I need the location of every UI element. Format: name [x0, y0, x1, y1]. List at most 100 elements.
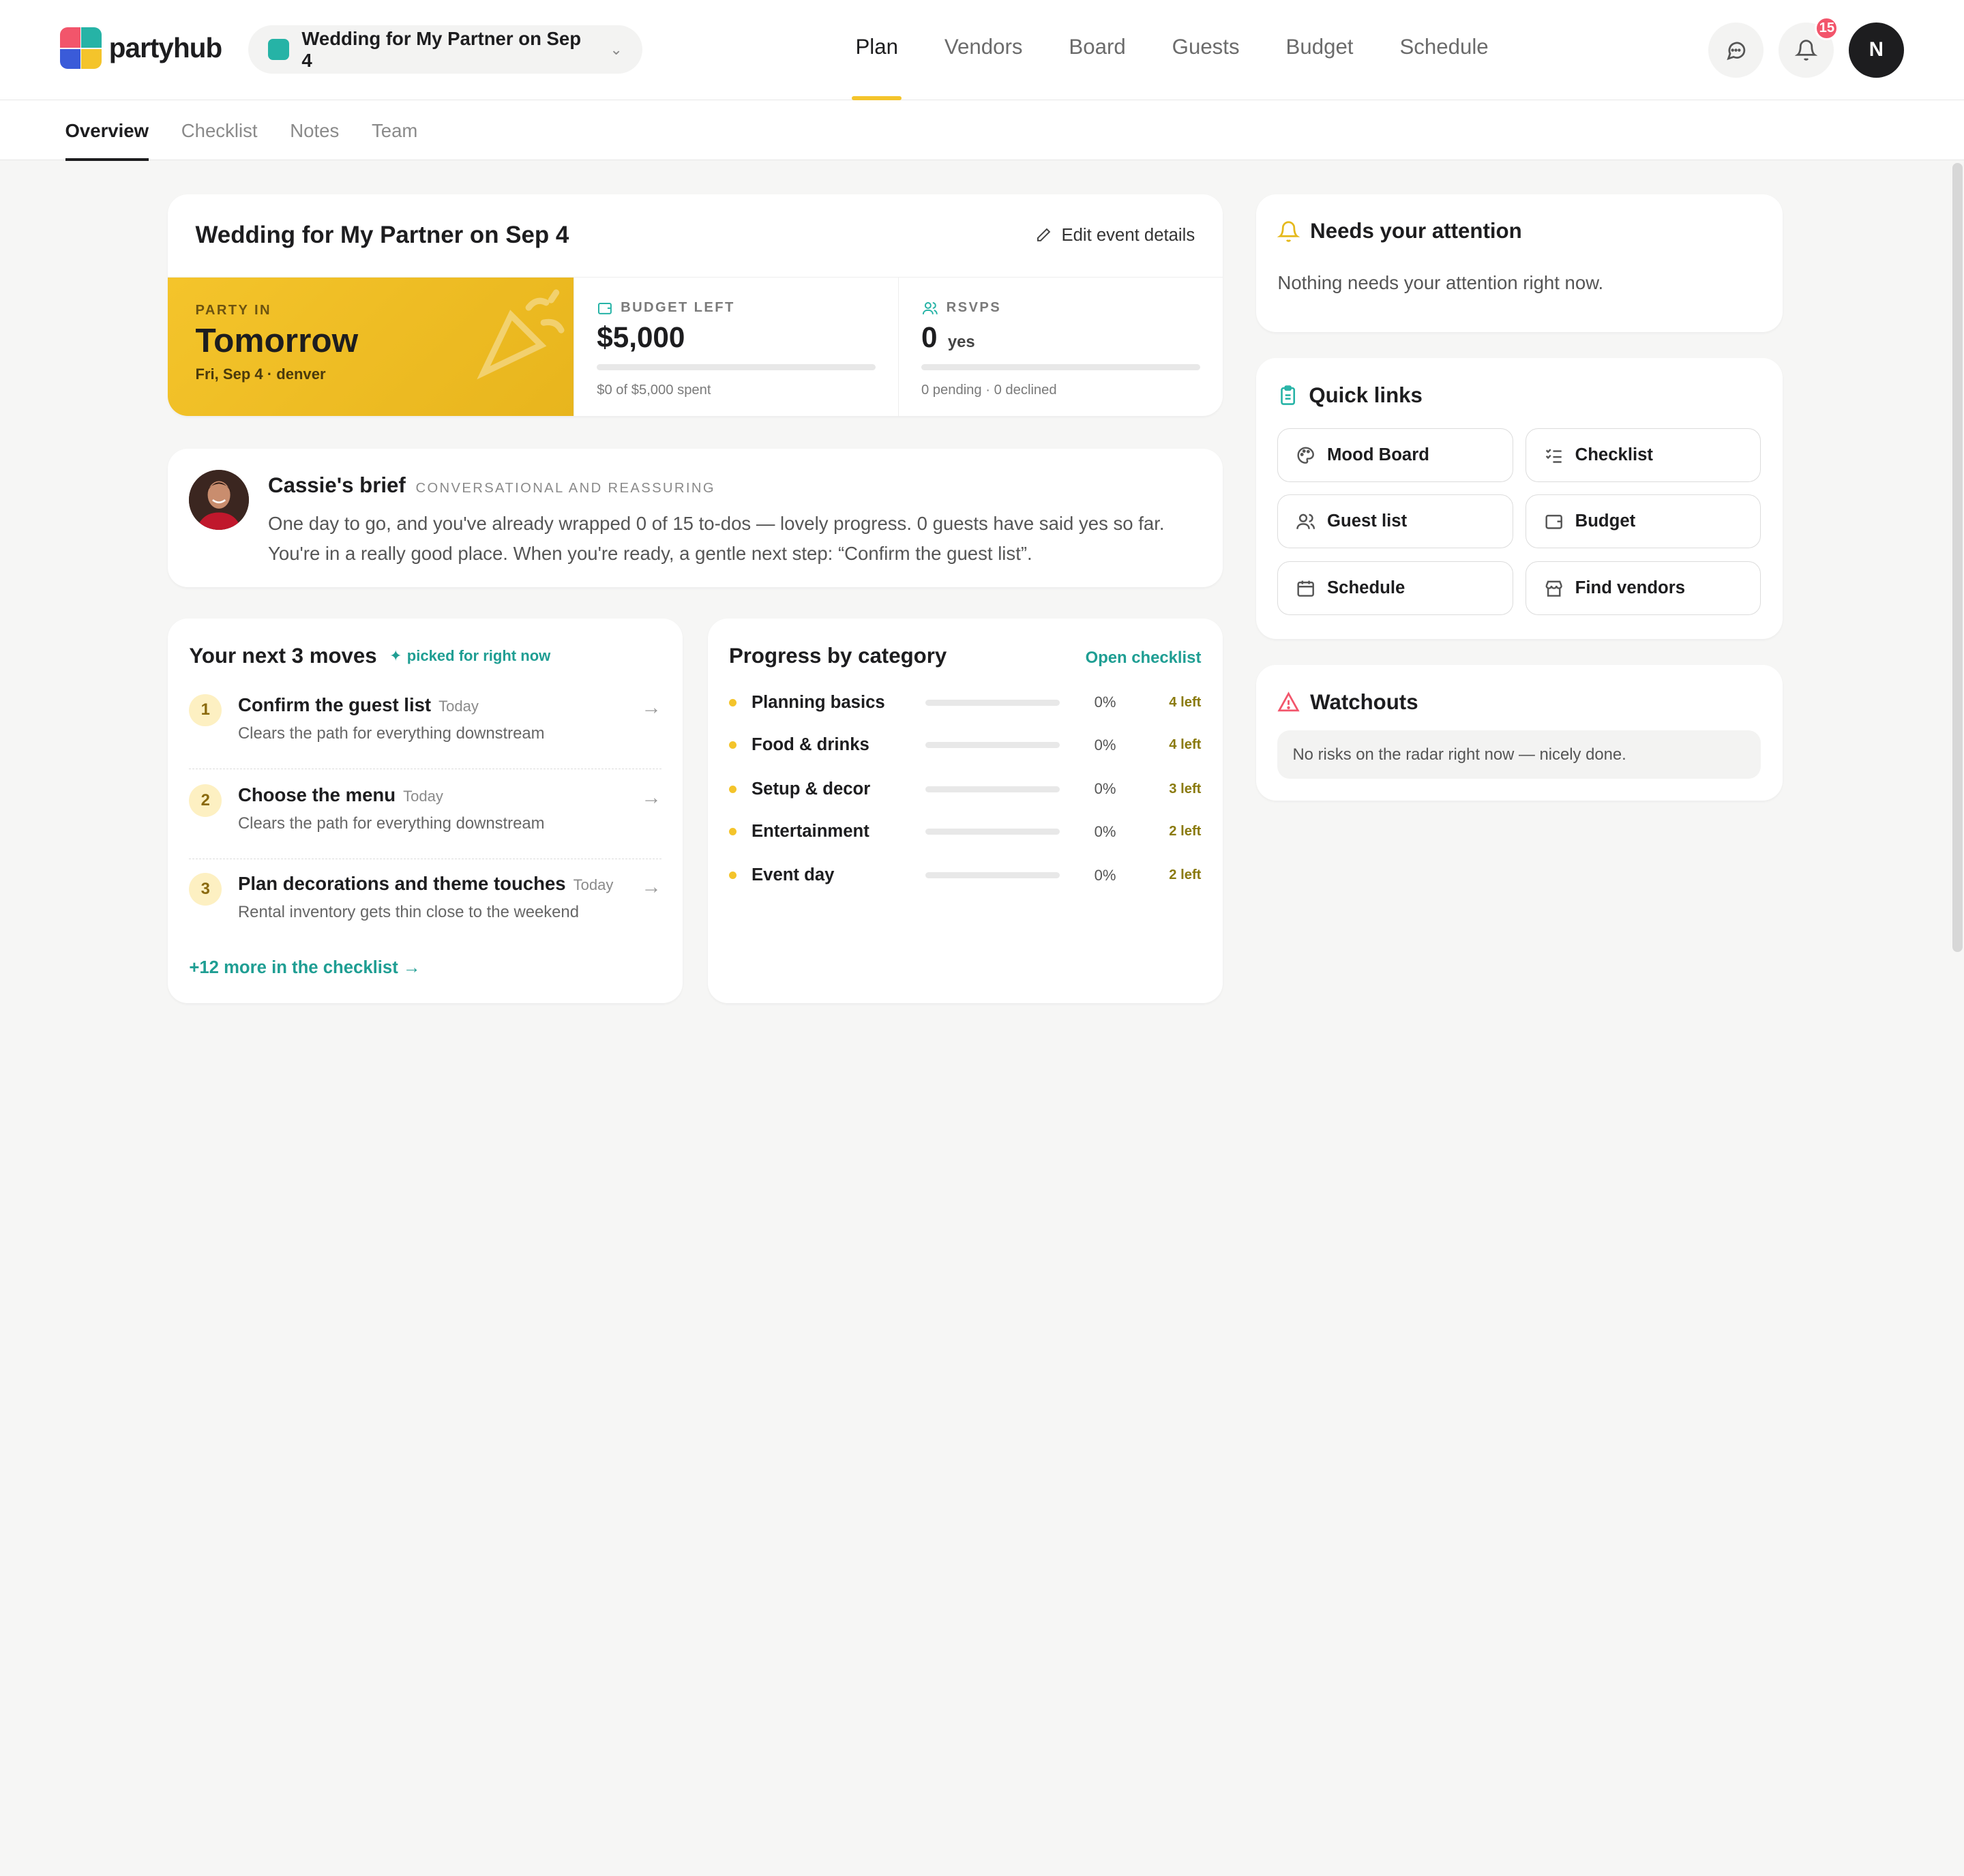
rsvp-progress-bar: [921, 363, 1200, 371]
arrow-right-icon: →: [641, 696, 661, 719]
pencil-icon: [1037, 228, 1051, 242]
brief-text: One day to go, and you've already wrappe…: [268, 512, 1165, 564]
logo[interactable]: partyhub: [60, 27, 222, 70]
event-selector-label: Wedding for My Partner on Sep 4: [301, 27, 582, 71]
budget-progress-bar: [597, 363, 876, 371]
app-page: partyhub Wedding for My Partner on Sep 4…: [0, 0, 1964, 1021]
category-row: Event day 0% 2 left: [728, 863, 1202, 888]
users-icon: [922, 301, 938, 314]
category-percent: 0%: [1094, 694, 1116, 711]
countdown-panel: PARTY IN Tomorrow Fri, Sep 4 · denver: [168, 277, 574, 416]
category-percent: 0%: [1094, 866, 1116, 884]
quick-link-budget[interactable]: Budget: [1526, 494, 1761, 549]
arrow-right-icon: →: [641, 875, 661, 898]
category-percent: 0%: [1094, 736, 1116, 754]
category-progress-bar: [925, 786, 1060, 792]
tab-checklist[interactable]: Checklist: [181, 100, 258, 160]
page-scrollbar[interactable]: [1952, 162, 1963, 952]
bullet-icon: [728, 828, 736, 836]
notifications-button[interactable]: 15: [1779, 16, 1839, 78]
party-popper-icon: [477, 289, 565, 380]
move-item[interactable]: 1 Confirm the guest list Today Clears the…: [189, 679, 661, 769]
quick-link-schedule[interactable]: Schedule: [1277, 561, 1513, 615]
quick-link-checklist[interactable]: Checklist: [1526, 428, 1761, 483]
nav-budget[interactable]: Budget: [1286, 35, 1354, 100]
quick-link-label: Budget: [1575, 511, 1636, 531]
sub-tabs: Overview Checklist Notes Team: [0, 100, 1964, 162]
more-in-checklist-link[interactable]: +12 more in the checklist →: [189, 958, 420, 978]
quick-link-mood-board[interactable]: Mood Board: [1277, 428, 1513, 483]
move-item[interactable]: 2 Choose the menu Today Clears the path f…: [189, 769, 661, 859]
logo-text: partyhub: [108, 32, 222, 64]
move-title: Choose the menu: [237, 784, 396, 805]
event-summary-card: Wedding for My Partner on Sep 4 Edit eve…: [168, 194, 1223, 416]
quick-links-card: Quick links Mood Board Checklist Guest l…: [1256, 358, 1783, 639]
category-row: Entertainment 0% 2 left: [728, 819, 1201, 844]
bell-icon: [1795, 40, 1818, 61]
move-description: Rental inventory gets thin close to the …: [237, 903, 579, 922]
move-due: Today: [438, 697, 479, 715]
event-stats: PARTY IN Tomorrow Fri, Sep 4 · denver BU…: [168, 276, 1223, 416]
nav-vendors[interactable]: Vendors: [944, 35, 1023, 100]
category-percent: 0%: [1094, 780, 1116, 798]
budget-spent-text: $0 of $5,000 spent: [597, 383, 711, 398]
header-actions: 15 N: [1708, 16, 1904, 78]
messages-button[interactable]: [1708, 23, 1764, 78]
next-moves-title: Your next 3 moves: [189, 644, 377, 668]
event-color-icon: [268, 38, 290, 61]
category-name: Planning basics: [752, 692, 885, 712]
rsvp-label: RSVPS: [946, 300, 1002, 316]
tab-notes[interactable]: Notes: [290, 100, 339, 160]
event-title: Wedding for My Partner on Sep 4: [195, 222, 569, 249]
quick-links-title: Quick links: [1309, 383, 1423, 407]
category-row: Food & drinks 0% 4 left: [728, 732, 1202, 758]
quick-link-label: Checklist: [1575, 445, 1653, 465]
bullet-icon: [728, 785, 736, 793]
tab-team[interactable]: Team: [372, 100, 417, 160]
open-checklist-link[interactable]: Open checklist: [1086, 649, 1202, 668]
tab-overview[interactable]: Overview: [65, 100, 149, 162]
users-icon: [1296, 513, 1315, 530]
wallet-icon: [1545, 515, 1562, 529]
nav-schedule[interactable]: Schedule: [1399, 35, 1488, 100]
quick-links-grid: Mood Board Checklist Guest list Budget S…: [1277, 428, 1761, 615]
sparkle-icon: ✦: [389, 647, 402, 665]
checklist-icon: [1545, 449, 1562, 463]
bullet-icon: [728, 872, 736, 880]
watchouts-card: Watchouts No risks on the radar right no…: [1256, 665, 1783, 801]
category-name: Setup & decor: [752, 779, 871, 799]
move-item[interactable]: 3 Plan decorations and theme touches Toda…: [189, 858, 661, 948]
wallet-icon: [598, 302, 612, 314]
nav-guests[interactable]: Guests: [1172, 35, 1240, 100]
budget-label: BUDGET LEFT: [621, 300, 735, 316]
brief-title: Cassie's brief: [268, 473, 406, 498]
rsvp-count: 0: [921, 321, 938, 354]
edit-event-label: Edit event details: [1061, 225, 1195, 245]
attention-title: Needs your attention: [1310, 219, 1522, 243]
bullet-icon: [728, 741, 736, 749]
chat-icon: [1727, 42, 1746, 61]
nav-plan[interactable]: Plan: [851, 35, 902, 100]
edit-event-button[interactable]: Edit event details: [1035, 226, 1195, 245]
quick-link-guest-list[interactable]: Guest list: [1277, 494, 1513, 549]
warning-icon: [1277, 691, 1300, 712]
quick-link-label: Guest list: [1327, 511, 1408, 531]
rsvp-stat: RSVPS 0 yes 0 pending · 0 declined: [897, 277, 1223, 416]
category-progress-bar: [925, 872, 1060, 879]
budget-stat: BUDGET LEFT $5,000 $0 of $5,000 spent: [574, 277, 898, 416]
category-remaining: 2 left: [1169, 867, 1202, 883]
user-avatar[interactable]: N: [1848, 23, 1904, 78]
brief-tone: CONVERSATIONAL AND REASSURING: [415, 481, 715, 496]
main-nav: Plan Vendors Board Guests Budget Schedul…: [851, 35, 1489, 100]
assistant-avatar: [189, 469, 250, 530]
move-title: Plan decorations and theme touches: [237, 873, 566, 895]
move-description: Clears the path for everything downstrea…: [237, 724, 545, 743]
category-row: Planning basics 0% 4 left: [728, 690, 1201, 715]
quick-link-find-vendors[interactable]: Find vendors: [1526, 561, 1761, 615]
event-selector[interactable]: Wedding for My Partner on Sep 4 ⌄: [248, 25, 643, 74]
rsvp-breakdown: 0 pending · 0 declined: [921, 383, 1057, 398]
category-remaining: 4 left: [1169, 737, 1202, 753]
category-progress-bar: [925, 742, 1060, 749]
nav-board[interactable]: Board: [1069, 35, 1125, 100]
needs-attention-card: Needs your attention Nothing needs your …: [1256, 194, 1783, 332]
